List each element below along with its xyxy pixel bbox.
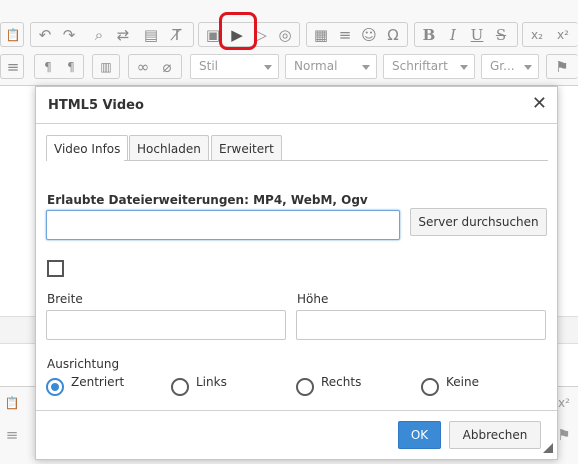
smiley-icon[interactable]: ☺: [357, 23, 381, 46]
active-tab-gap: [47, 160, 124, 162]
style-combo[interactable]: Stil: [190, 54, 279, 79]
find-icon[interactable]: ⌕: [87, 23, 111, 46]
radio-keine[interactable]: [421, 378, 439, 396]
link-icon[interactable]: ∞: [131, 55, 155, 78]
size-combo-label: Gr...: [490, 59, 515, 73]
tab-hochladen[interactable]: Hochladen: [129, 135, 209, 160]
ltr-icon[interactable]: ¶: [36, 55, 60, 78]
font-combo[interactable]: Schriftart: [383, 54, 475, 79]
edit-group: ↶ ↷ ⌕ ⇄ ▤ T̸: [30, 22, 194, 47]
dialog-tabs: Video Infos Hochladen Erweitert: [46, 135, 548, 161]
chevron-down-icon: [362, 65, 370, 70]
radio-rechts-label: Rechts: [321, 375, 362, 389]
size-combo[interactable]: Gr...: [481, 54, 539, 79]
list-icon[interactable]: ≡: [0, 423, 24, 446]
close-icon[interactable]: ✕: [532, 93, 547, 114]
tab-erweitert[interactable]: Erweitert: [211, 135, 282, 160]
remove-format-icon[interactable]: T̸: [165, 23, 189, 46]
paste-group: 📋: [0, 22, 24, 47]
video-option-checkbox[interactable]: [47, 260, 64, 277]
rtl-icon[interactable]: ¶: [59, 55, 83, 78]
video-button-highlight: [219, 12, 257, 50]
paste-text-icon[interactable]: 📋: [0, 391, 24, 414]
bold-icon[interactable]: B: [417, 23, 441, 46]
radio-links[interactable]: [171, 378, 189, 396]
style-combo-label: Stil: [199, 59, 218, 73]
video-url-input[interactable]: [46, 210, 400, 240]
superscript-icon[interactable]: x²: [551, 23, 575, 46]
font-combo-label: Schriftart: [392, 59, 448, 73]
toolbar-row-1: 📋 ↶ ↷ ⌕ ⇄ ▤ T̸ ▣ ▶ ▷ ◎ ▦ ≡ ☺ Ω B I U S x…: [0, 18, 578, 50]
width-input[interactable]: [46, 310, 286, 340]
flag-icon[interactable]: ⚑: [550, 55, 574, 78]
toolbar-row-2: ≡ ¶ ¶ ▥ ∞ ⌀ Stil Normal Schriftart Gr...: [0, 50, 578, 82]
paste-text-icon[interactable]: 📋: [1, 23, 25, 46]
tab-video-infos[interactable]: Video Infos: [46, 135, 129, 161]
templates-icon[interactable]: ▥: [94, 55, 118, 78]
subscript-icon[interactable]: x₂: [525, 23, 549, 46]
radio-keine-label: Keine: [446, 375, 479, 389]
resize-grip-icon[interactable]: [543, 443, 553, 453]
alignment-label: Ausrichtung: [47, 357, 120, 371]
format-combo[interactable]: Normal: [285, 54, 377, 79]
unlink-icon[interactable]: ⌀: [155, 55, 179, 78]
height-input[interactable]: [296, 310, 546, 340]
format-combo-label: Normal: [294, 59, 338, 73]
italic-icon[interactable]: I: [441, 23, 465, 46]
basic-styles-group: B I U S: [414, 22, 518, 47]
templates-group: ▥: [92, 54, 120, 79]
editor-toolbar: 📋 ↶ ↷ ⌕ ⇄ ▤ T̸ ▣ ▶ ▷ ◎ ▦ ≡ ☺ Ω B I U S x…: [0, 0, 578, 86]
allowed-extensions-label: Erlaubte Dateierweiterungen: MP4, WebM, …: [47, 193, 368, 207]
list-icon[interactable]: ≡: [1, 55, 25, 78]
radio-rechts[interactable]: [296, 378, 314, 396]
underline-icon[interactable]: U: [465, 23, 489, 46]
strike-icon[interactable]: S: [489, 23, 513, 46]
undo-icon[interactable]: ↶: [33, 23, 57, 46]
ok-button[interactable]: OK: [398, 421, 441, 449]
height-label: Höhe: [297, 292, 329, 306]
table-icon[interactable]: ▦: [309, 23, 333, 46]
bidi-group: ¶ ¶: [34, 54, 84, 79]
cancel-button[interactable]: Abbrechen: [449, 421, 541, 449]
flash-icon[interactable]: ◎: [273, 23, 297, 46]
dialog-header: HTML5 Video ✕: [36, 87, 557, 124]
list-group: ≡: [0, 54, 24, 79]
redo-icon[interactable]: ↷: [57, 23, 81, 46]
radio-links-label: Links: [196, 375, 227, 389]
chevron-down-icon: [460, 65, 468, 70]
script-group: x₂ x²: [522, 22, 578, 47]
radio-zentriert[interactable]: [46, 378, 64, 396]
objects-group: ▦ ≡ ☺ Ω: [306, 22, 408, 47]
chevron-down-icon: [524, 65, 532, 70]
width-label: Breite: [47, 292, 83, 306]
chevron-down-icon: [264, 65, 272, 70]
dialog-footer: OK Abbrechen: [36, 410, 557, 459]
flag-group: ⚑: [546, 54, 578, 79]
browse-server-button[interactable]: Server durchsuchen: [410, 208, 547, 236]
html5-video-dialog: HTML5 Video ✕ Video Infos Hochladen Erwe…: [35, 86, 558, 460]
select-all-icon[interactable]: ▤: [139, 23, 163, 46]
horizontal-line-icon[interactable]: ≡: [333, 23, 357, 46]
link-group: ∞ ⌀: [128, 54, 182, 79]
dialog-title: HTML5 Video: [48, 98, 144, 113]
radio-zentriert-label: Zentriert: [71, 375, 125, 389]
special-char-icon[interactable]: Ω: [381, 23, 405, 46]
replace-icon[interactable]: ⇄: [111, 23, 135, 46]
